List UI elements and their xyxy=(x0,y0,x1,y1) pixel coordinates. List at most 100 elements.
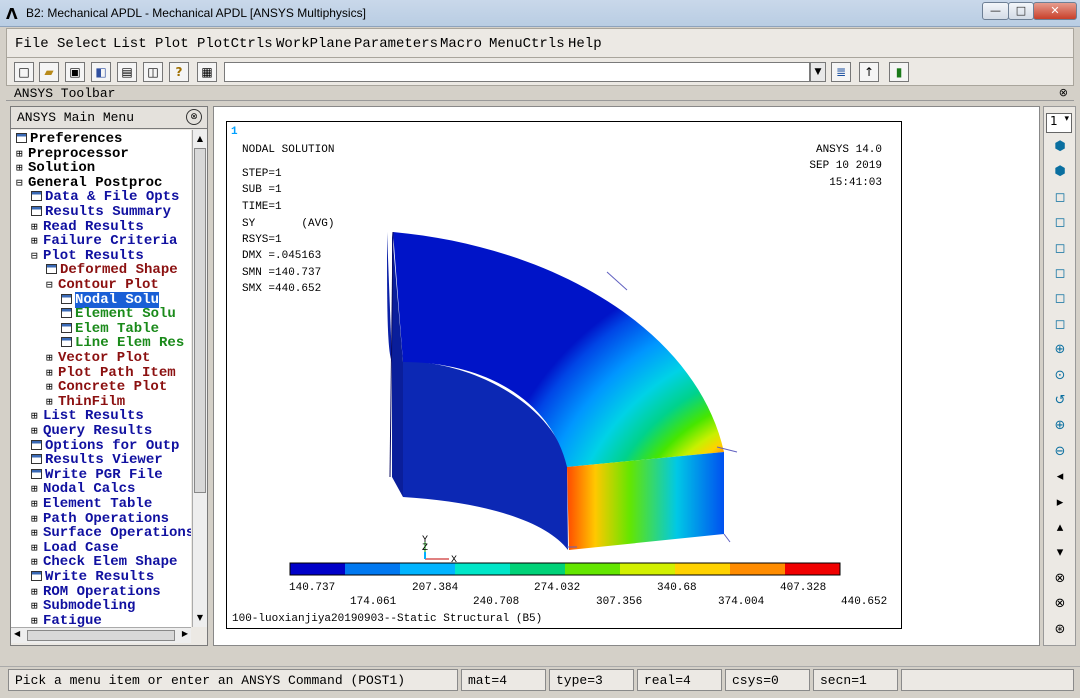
menu-function-icon[interactable] xyxy=(31,468,42,479)
menu-file[interactable]: File xyxy=(15,36,49,52)
menu-macro[interactable]: Macro xyxy=(440,36,482,52)
right-view-icon[interactable]: ◻ xyxy=(1050,213,1070,233)
menu-plotctrls[interactable]: PlotCtrls xyxy=(197,36,273,52)
maximize-button[interactable]: □ xyxy=(1008,2,1034,20)
menu-function-icon[interactable] xyxy=(31,191,42,202)
print-icon[interactable]: ▤ xyxy=(117,62,137,82)
pan-down-icon[interactable]: ▾ xyxy=(1050,543,1070,563)
pan-left-icon[interactable]: ◂ xyxy=(1050,467,1070,487)
legend-value: 140.737 xyxy=(289,582,336,594)
menu-function-icon[interactable] xyxy=(31,571,42,581)
scroll-left-icon[interactable]: ◀ xyxy=(14,629,20,638)
command-history-dropdown[interactable]: ▼ xyxy=(810,62,826,82)
info-line-3: SUB =1 xyxy=(242,184,282,196)
expand-icon[interactable]: ⊞ xyxy=(31,615,43,627)
menu-function-icon[interactable] xyxy=(61,322,72,333)
collapse-icon[interactable]: ⊟ xyxy=(46,279,58,294)
legend-swatch xyxy=(620,563,675,575)
iso-view-icon[interactable]: ⬢ xyxy=(1050,137,1070,157)
menu-tree-item-label: Nodal Calcs xyxy=(43,481,136,498)
main-menu-collapse-icon[interactable]: ⊗ xyxy=(186,109,202,125)
zoom-in-icon[interactable]: ⊕ xyxy=(1050,416,1070,436)
ansys-toolbar-collapse-icon[interactable]: ⊗ xyxy=(1059,87,1068,99)
command-input[interactable] xyxy=(224,62,810,82)
menu-function-icon[interactable] xyxy=(46,264,57,275)
menu-menuctrls[interactable]: MenuCtrls xyxy=(489,36,565,52)
status-type: type=3 xyxy=(549,669,634,691)
image-capture-icon[interactable]: ◫ xyxy=(143,62,163,82)
help-icon[interactable]: ? xyxy=(169,62,189,82)
minimize-button[interactable]: — xyxy=(982,2,1009,20)
hscroll-thumb[interactable] xyxy=(27,630,175,641)
menu-tree-item-label: Line Elem Res xyxy=(75,335,185,352)
save-db-icon[interactable]: ≣ xyxy=(831,62,851,82)
scroll-down-icon[interactable]: ▼ xyxy=(194,611,206,625)
status-csys: csys=0 xyxy=(725,669,810,691)
menu-function-icon[interactable] xyxy=(61,293,72,304)
menu-tree-item-label: Preferences xyxy=(30,131,123,147)
menu-function-icon[interactable] xyxy=(61,308,72,319)
tree-vertical-scrollbar[interactable]: ▲ ▼ xyxy=(192,130,207,627)
back-view-icon[interactable]: ◻ xyxy=(1050,264,1070,284)
menu-function-icon[interactable] xyxy=(16,133,27,143)
bottom-view-icon[interactable]: ◻ xyxy=(1050,315,1070,335)
quit-icon[interactable]: ▮ xyxy=(889,62,909,82)
status-real: real=4 xyxy=(637,669,722,691)
tree-horizontal-scrollbar[interactable]: ◀ ▶ xyxy=(11,627,191,643)
rotate-z-icon[interactable]: ⊛ xyxy=(1050,620,1070,640)
scroll-right-icon[interactable]: ▶ xyxy=(182,629,188,638)
scroll-up-icon[interactable]: ▲ xyxy=(194,132,206,146)
menu-workplane[interactable]: WorkPlane xyxy=(276,36,352,52)
rotate-x-icon[interactable]: ⊗ xyxy=(1050,569,1070,589)
menu-function-icon[interactable] xyxy=(61,337,72,348)
resume-db-icon[interactable]: ↑ xyxy=(859,62,879,82)
menu-function-icon[interactable] xyxy=(31,439,42,450)
top-view-icon[interactable]: ◻ xyxy=(1050,239,1070,259)
collapse-icon[interactable]: ⊟ xyxy=(16,177,28,192)
menu-tree-item-label: Check Elem Shape xyxy=(43,554,178,571)
new-file-icon[interactable]: □ xyxy=(14,62,34,82)
menu-help[interactable]: Help xyxy=(568,36,602,52)
menu-plot[interactable]: Plot xyxy=(155,36,189,52)
window-number-label: 1 xyxy=(231,126,238,138)
report-icon[interactable]: ◧ xyxy=(91,62,111,82)
close-button[interactable]: ✕ xyxy=(1033,2,1077,20)
menu-list[interactable]: List xyxy=(113,36,147,52)
win-zoom-icon[interactable]: ↺ xyxy=(1050,391,1070,411)
menu-function-icon[interactable] xyxy=(31,206,42,216)
menu-tree-item-label: Load Case xyxy=(43,539,119,556)
menu-tree-item-label: Solution xyxy=(28,160,96,177)
open-folder-icon[interactable]: ▰ xyxy=(39,62,59,82)
save-icon[interactable]: ▣ xyxy=(65,62,85,82)
front-view-icon[interactable]: ◻ xyxy=(1050,188,1070,208)
menu-parameters[interactable]: Parameters xyxy=(354,36,438,52)
left-view-icon[interactable]: ◻ xyxy=(1050,289,1070,309)
zoom-icon[interactable]: ⊕ xyxy=(1050,340,1070,360)
menu-tree-item[interactable]: ⊟ Contour Plot xyxy=(46,278,159,293)
oblique-view-icon[interactable]: ⬢ xyxy=(1050,162,1070,182)
time-label: 15:41:03 xyxy=(829,177,882,189)
pan-up-icon[interactable]: ▴ xyxy=(1050,518,1070,538)
graphics-window[interactable]: Y Z X 1 NODAL SOLUTION STEP=1 SUB =1 TIM… xyxy=(226,121,902,629)
zoom-out-icon[interactable]: ⊖ xyxy=(1050,442,1070,462)
pan-right-icon[interactable]: ▸ xyxy=(1050,493,1070,513)
box-zoom-icon[interactable]: ⊙ xyxy=(1050,366,1070,386)
rotate-y-icon[interactable]: ⊗ xyxy=(1050,594,1070,614)
collapse-icon[interactable]: ⊟ xyxy=(31,250,43,265)
view-toolbar: 1 ▾ ⬢ ⬢ ◻ ◻ ◻ ◻ ◻ ◻ ⊕ ⊙ ↺ ⊕ ⊖ ◂ ▸ ▴ ▾ ⊗ ⊗ ⊛ xyxy=(1043,106,1076,646)
menu-tree-item-label: Submodeling xyxy=(43,598,136,615)
contour-plot[interactable]: Y Z X xyxy=(227,122,903,630)
main-menu-header: ANSYS Main Menu ⊗ xyxy=(11,107,207,129)
ansys-logo-icon: Λ xyxy=(6,5,18,23)
menu-tree-item-label: Path Operations xyxy=(43,510,170,527)
date-label: SEP 10 2019 xyxy=(809,160,882,172)
keyboard-icon[interactable]: ▦ xyxy=(197,62,217,82)
legend-swatch xyxy=(455,563,510,575)
triad-z-label: Z xyxy=(422,543,428,554)
menu-tree-item[interactable]: ⊞ Fatigue xyxy=(31,613,102,627)
scroll-thumb[interactable] xyxy=(194,148,206,493)
menu-tree-item-label: Write Results xyxy=(45,569,155,585)
window-select[interactable]: 1 ▾ xyxy=(1046,113,1072,133)
menu-select[interactable]: Select xyxy=(57,36,107,52)
menu-function-icon[interactable] xyxy=(31,454,42,465)
